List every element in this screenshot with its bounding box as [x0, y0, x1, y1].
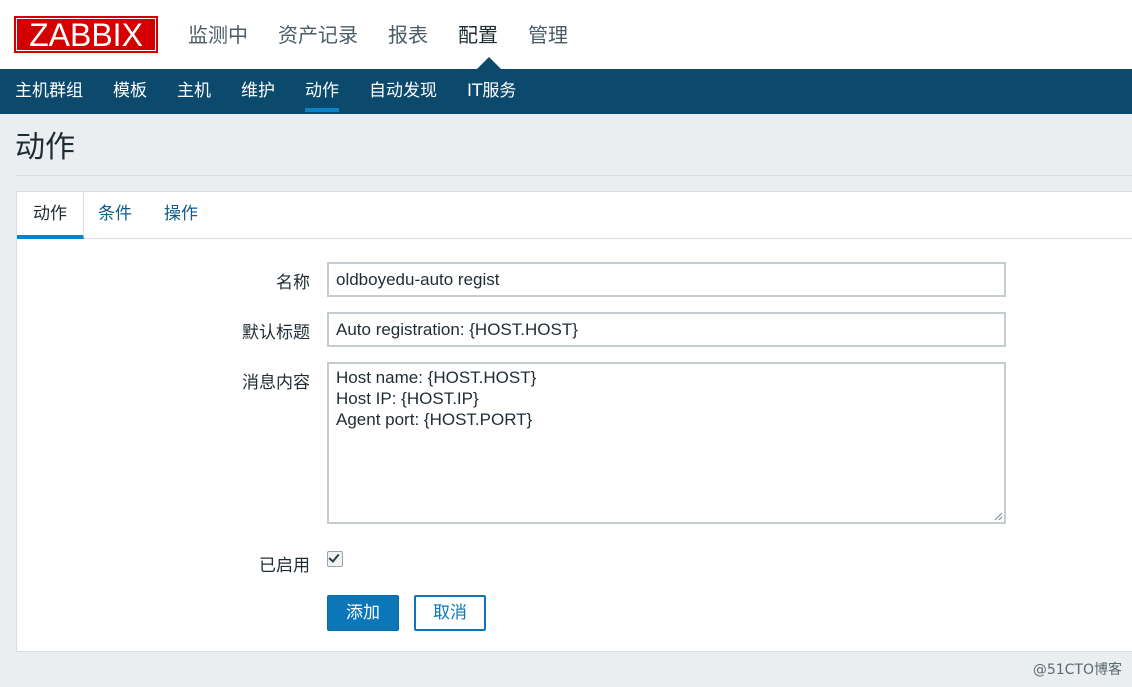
sub-nav-bar: 主机群组 模板 主机 维护 动作 自动发现 IT服务 — [0, 69, 1132, 114]
main-nav-monitoring[interactable]: 监测中 — [188, 20, 248, 50]
top-header: ZABBIX 监测中 资产记录 报表 配置 管理 — [0, 0, 1132, 69]
action-form-panel: 动作 条件 操作 名称 oldboyedu-auto regist 默认标题 A… — [16, 191, 1132, 652]
main-nav: 监测中 资产记录 报表 配置 管理 — [188, 20, 598, 50]
tab-conditions[interactable]: 条件 — [98, 192, 132, 239]
form-tabs: 动作 条件 操作 — [17, 192, 1132, 239]
message-textarea[interactable]: Host name: {HOST.HOST} Host IP: {HOST.IP… — [327, 362, 1006, 524]
name-input[interactable]: oldboyedu-auto regist — [327, 262, 1006, 297]
enabled-checkbox[interactable] — [327, 551, 343, 567]
main-nav-configuration[interactable]: 配置 — [458, 20, 498, 50]
sub-nav-maintenance[interactable]: 维护 — [241, 79, 275, 103]
resize-grip-icon[interactable] — [993, 511, 1003, 521]
watermark: @51CTO博客 — [1032, 662, 1122, 678]
message-text: Host name: {HOST.HOST} Host IP: {HOST.IP… — [336, 368, 537, 429]
enabled-label: 已启用 — [259, 556, 310, 576]
cancel-button[interactable]: 取消 — [414, 595, 486, 631]
add-button[interactable]: 添加 — [327, 595, 399, 631]
message-label: 消息内容 — [242, 373, 310, 393]
main-nav-reports[interactable]: 报表 — [388, 20, 428, 50]
tab-operations[interactable]: 操作 — [164, 192, 198, 239]
sub-nav-templates[interactable]: 模板 — [113, 79, 147, 103]
sub-nav-it-services[interactable]: IT服务 — [467, 79, 516, 103]
sub-nav: 主机群组 模板 主机 维护 动作 自动发现 IT服务 — [15, 79, 546, 112]
page-title: 动作 — [15, 130, 75, 165]
sub-nav-host-groups[interactable]: 主机群组 — [15, 79, 83, 103]
main-nav-administration[interactable]: 管理 — [528, 20, 568, 50]
subject-label: 默认标题 — [242, 323, 310, 343]
tab-action[interactable]: 动作 — [17, 192, 84, 239]
name-label: 名称 — [276, 273, 310, 293]
sub-nav-actions[interactable]: 动作 — [305, 79, 339, 112]
active-nav-caret-icon — [477, 57, 501, 69]
main-nav-inventory[interactable]: 资产记录 — [278, 20, 358, 50]
zabbix-logo[interactable]: ZABBIX — [14, 16, 158, 53]
subject-input[interactable]: Auto registration: {HOST.HOST} — [327, 312, 1006, 347]
sub-nav-hosts[interactable]: 主机 — [177, 79, 211, 103]
sub-nav-discovery[interactable]: 自动发现 — [369, 79, 437, 103]
checkmark-icon — [328, 551, 340, 563]
title-divider — [15, 175, 1132, 176]
logo-text: ZABBIX — [16, 18, 156, 52]
